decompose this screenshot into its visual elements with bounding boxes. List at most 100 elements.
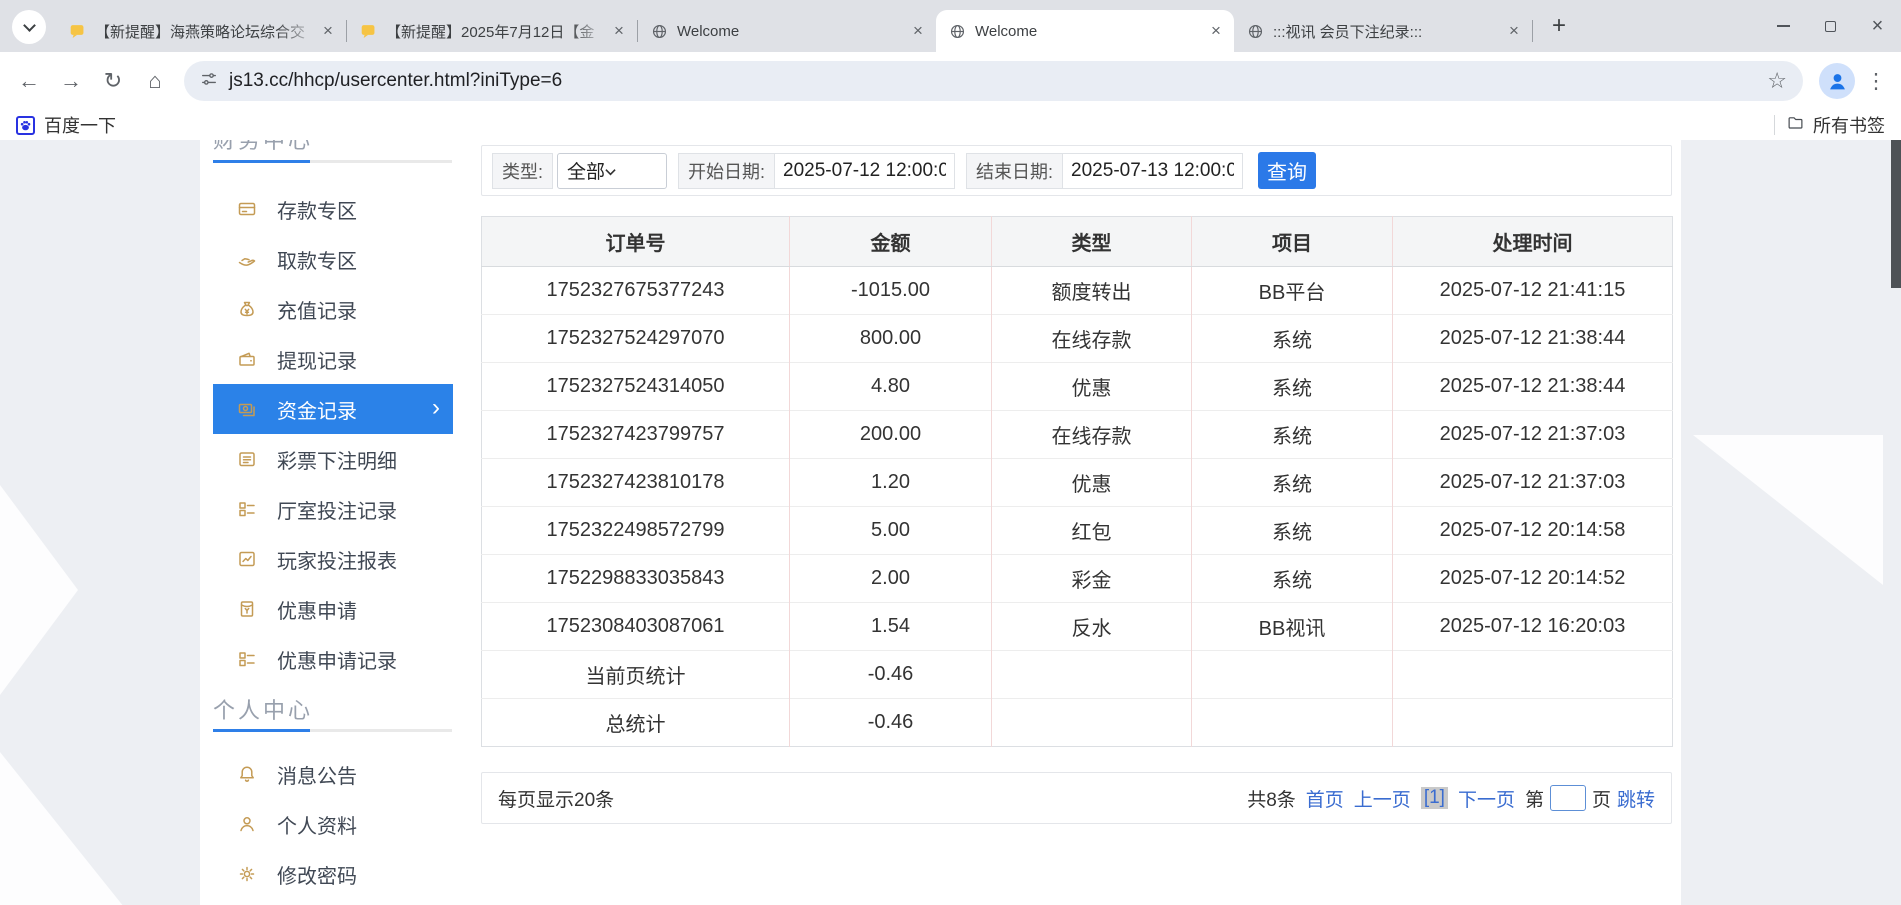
tab-close-icon[interactable]: × xyxy=(609,21,629,41)
sidebar-item-消息公告[interactable]: 消息公告 xyxy=(213,749,453,799)
scrollbar-thumb[interactable] xyxy=(1891,140,1901,288)
sidebar-item-label: 彩票下注明细 xyxy=(277,445,397,474)
sidebar-item-提现记录[interactable]: 提现记录 xyxy=(213,334,453,384)
table-cell: BB视讯 xyxy=(1192,603,1393,651)
table-cell xyxy=(1393,699,1673,747)
first-page-link[interactable]: 首页 xyxy=(1306,785,1344,812)
section-underline xyxy=(213,729,452,732)
page-jump-input[interactable] xyxy=(1550,785,1586,811)
tab-close-icon[interactable]: × xyxy=(908,21,928,41)
browser-tab-1[interactable]: 【新提醒】海燕策略论坛综合交 × xyxy=(56,10,346,52)
all-bookmarks-button[interactable]: 所有书签 xyxy=(1787,112,1885,138)
minimize-button[interactable] xyxy=(1760,0,1807,52)
tab-separator xyxy=(1532,20,1533,42)
bookmark-baidu[interactable]: 百度一下 xyxy=(16,112,116,138)
chevron-right-icon: › xyxy=(432,394,440,422)
table-cell: 2025-07-12 21:37:03 xyxy=(1393,411,1673,459)
tab-title: 【新提醒】海燕策略论坛综合交 xyxy=(95,21,318,42)
filter-bar: 类型: 全部 开始日期: 结束日期: 查询 xyxy=(481,145,1672,196)
table-cell: -1015.00 xyxy=(790,267,992,315)
reload-button[interactable]: ↻ xyxy=(92,61,134,101)
current-page-badge: [1] xyxy=(1421,787,1448,809)
pagination-bar: 每页显示20条 共8条 首页 上一页 [1] 下一页 第 页 跳转 xyxy=(481,772,1672,824)
sidebar-item-label: 存款专区 xyxy=(277,195,357,224)
table-cell: -0.46 xyxy=(790,699,992,747)
table-cell: 2.00 xyxy=(790,555,992,603)
sidebar-item-取款专区[interactable]: 取款专区 xyxy=(213,234,453,284)
sidebar-item-资金记录[interactable]: 资金记录› xyxy=(213,384,453,434)
browser-menu-icon[interactable]: ⋮ xyxy=(1863,69,1889,94)
table-row: 17522988330358432.00彩金系统2025-07-12 20:14… xyxy=(482,555,1673,603)
jump-link[interactable]: 跳转 xyxy=(1617,785,1655,812)
tab-search-button[interactable] xyxy=(12,10,46,44)
table-cell xyxy=(1393,651,1673,699)
watermark-triangle xyxy=(0,485,78,695)
site-info-icon[interactable] xyxy=(200,70,218,93)
table-cell: 1752327423810178 xyxy=(482,459,790,507)
sidebar-item-label: 个人资料 xyxy=(277,810,357,839)
maximize-button[interactable] xyxy=(1807,0,1854,52)
start-date-input[interactable] xyxy=(774,153,955,189)
type-select-value: 全部 xyxy=(567,157,605,184)
watermark-triangle xyxy=(1693,435,1883,585)
sidebar-item-优惠申请记录[interactable]: 优惠申请记录 xyxy=(213,634,453,684)
table-cell: 优惠 xyxy=(992,459,1192,507)
column-header: 类型 xyxy=(992,217,1192,267)
end-date-input[interactable] xyxy=(1062,153,1243,189)
tab-title: Welcome xyxy=(975,23,1206,40)
sidebar-item-存款专区[interactable]: 存款专区 xyxy=(213,184,453,234)
forward-button[interactable]: → xyxy=(50,61,92,101)
sidebar-item-充值记录[interactable]: 充值记录 xyxy=(213,284,453,334)
table-cell: 系统 xyxy=(1192,363,1393,411)
sidebar-item-厅室投注记录[interactable]: 厅室投注记录 xyxy=(213,484,453,534)
table-cell: 2025-07-12 20:14:58 xyxy=(1393,507,1673,555)
new-tab-button[interactable]: + xyxy=(1545,12,1573,40)
sidebar-item-个人资料[interactable]: 个人资料 xyxy=(213,799,453,849)
sidebar-item-彩票下注明细[interactable]: 彩票下注明细 xyxy=(213,434,453,484)
next-page-link[interactable]: 下一页 xyxy=(1458,785,1515,812)
bookmarks-bar: 百度一下 所有书签 xyxy=(0,110,1901,140)
chevron-down-icon xyxy=(23,19,36,32)
all-bookmarks-label: 所有书签 xyxy=(1813,112,1885,138)
browser-tab-2[interactable]: 【新提醒】2025年7月12日【金 × xyxy=(347,10,637,52)
url-text[interactable]: js13.cc/hhcp/usercenter.html?iniType=6 xyxy=(229,70,1756,92)
browser-toolbar: ← → ↻ ⌂ js13.cc/hhcp/usercenter.html?ini… xyxy=(0,52,1901,110)
query-button[interactable]: 查询 xyxy=(1258,152,1316,189)
profile-avatar[interactable] xyxy=(1819,63,1855,99)
forum-favicon-icon xyxy=(359,22,377,40)
bookmark-star-icon[interactable]: ☆ xyxy=(1767,68,1787,94)
sidebar-item-修改密码[interactable]: 修改密码 xyxy=(213,849,453,899)
column-header: 金额 xyxy=(790,217,992,267)
home-button[interactable]: ⌂ xyxy=(134,61,176,101)
window-controls: × xyxy=(1760,0,1901,52)
close-window-button[interactable]: × xyxy=(1854,0,1901,52)
chevron-down-icon xyxy=(605,160,616,182)
browser-tab-4-active[interactable]: Welcome × xyxy=(936,10,1234,52)
minimize-icon xyxy=(1777,25,1790,27)
sidebar-section-finance: 财务中心 xyxy=(213,140,453,155)
tab-close-icon[interactable]: × xyxy=(318,21,338,41)
type-select[interactable]: 全部 xyxy=(557,153,667,189)
browser-tab-5[interactable]: :::视讯 会员下注纪录::: × xyxy=(1234,10,1532,52)
sidebar-item-玩家投注报表[interactable]: 玩家投注报表 xyxy=(213,534,453,584)
back-button[interactable]: ← xyxy=(8,61,50,101)
table-row: 当前页统计-0.46 xyxy=(482,651,1673,699)
table-cell: -0.46 xyxy=(790,651,992,699)
tab-title: Welcome xyxy=(677,23,908,40)
tab-close-icon[interactable]: × xyxy=(1206,21,1226,41)
table-cell: 红包 xyxy=(992,507,1192,555)
table-cell: 200.00 xyxy=(790,411,992,459)
table-row: 17523275243140504.80优惠系统2025-07-12 21:38… xyxy=(482,363,1673,411)
globe-favicon-icon xyxy=(948,22,966,40)
tab-close-icon[interactable]: × xyxy=(1504,21,1524,41)
sidebar-item-优惠申请[interactable]: 优惠申请 xyxy=(213,584,453,634)
table-header-row: 订单号金额类型项目处理时间 xyxy=(482,217,1673,267)
table-cell: 系统 xyxy=(1192,459,1393,507)
table-cell: 1752327423799757 xyxy=(482,411,790,459)
browser-tab-3[interactable]: Welcome × xyxy=(638,10,936,52)
profile-person-icon xyxy=(237,814,257,834)
address-bar[interactable]: js13.cc/hhcp/usercenter.html?iniType=6 ☆ xyxy=(184,61,1803,101)
prev-page-link[interactable]: 上一页 xyxy=(1354,785,1411,812)
sidebar-item-label: 修改密码 xyxy=(277,860,357,889)
player-report-chart-icon xyxy=(237,549,257,569)
